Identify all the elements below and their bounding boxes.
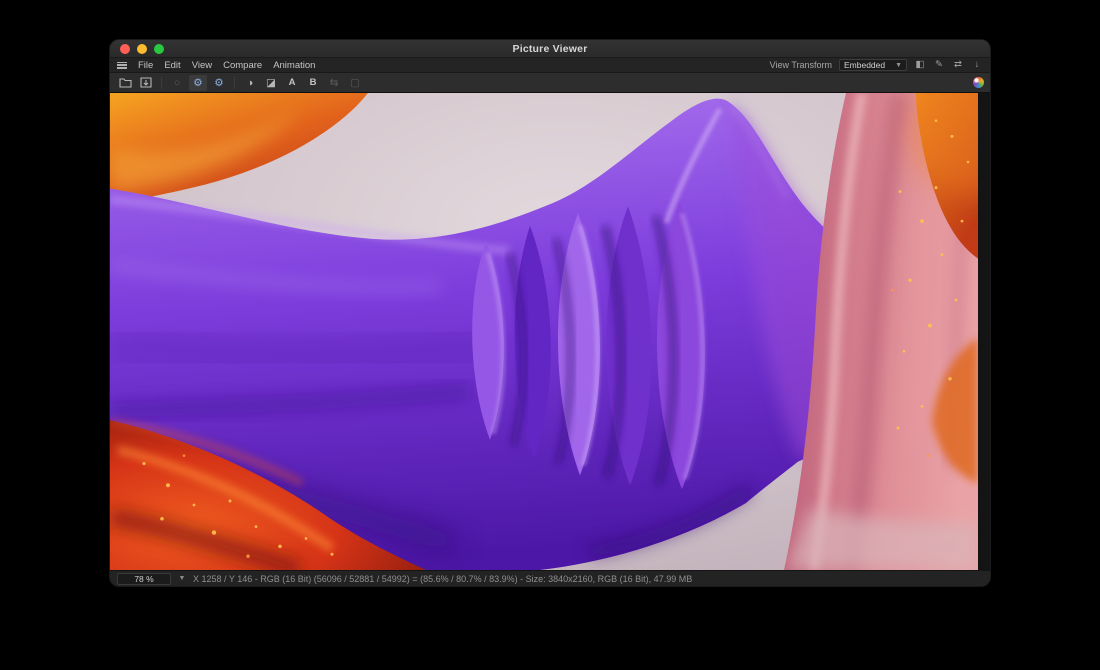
hamburger-menu-icon[interactable] — [117, 62, 127, 69]
titlebar[interactable]: Picture Viewer — [110, 40, 990, 58]
zoom-chevron-button[interactable]: ▼ — [176, 575, 188, 582]
refresh-button[interactable]: ○ — [168, 75, 186, 91]
menu-item-compare[interactable]: Compare — [223, 60, 262, 71]
chevron-down-icon: ▼ — [895, 62, 902, 69]
ab-split-button[interactable]: ◪ — [262, 75, 280, 91]
folder-icon — [119, 77, 132, 88]
picture-viewer-window: Picture Viewer File Edit View Compare An… — [110, 40, 990, 586]
compare-b-button[interactable]: B — [304, 75, 322, 91]
open-file-button[interactable] — [116, 75, 134, 91]
menu-item-view[interactable]: View — [192, 60, 212, 71]
toolbar: ○ ⚙ ⚙ ◑ ◪ A B ⇆ ▢ — [110, 73, 990, 93]
settings-gear-button[interactable]: ⚙ — [189, 75, 207, 91]
minimize-button[interactable] — [137, 44, 147, 54]
status-info-text: X 1258 / Y 146 - RGB (16 Bit) (56096 / 5… — [193, 574, 692, 584]
toolbar-separator — [234, 77, 235, 89]
filter-gear-button[interactable]: ⚙ — [210, 75, 228, 91]
close-button[interactable] — [120, 44, 130, 54]
contrast-compare-button[interactable]: ◑ — [241, 75, 259, 91]
annotate-icon[interactable]: ✎ — [933, 59, 945, 71]
abstract-render-image — [110, 93, 978, 570]
link-ab-button[interactable]: ▢ — [346, 75, 364, 91]
view-transform-label: View Transform — [770, 60, 832, 70]
compare-a-button[interactable]: A — [283, 75, 301, 91]
download-icon[interactable]: ↓ — [971, 59, 983, 71]
zoom-button[interactable] — [154, 44, 164, 54]
swap-icon[interactable]: ⇄ — [952, 59, 964, 71]
menubar: File Edit View Compare Animation View Tr… — [110, 58, 990, 73]
split-view-icon[interactable]: ◧ — [914, 59, 926, 71]
image-canvas[interactable] — [110, 93, 978, 570]
menu-item-edit[interactable]: Edit — [164, 60, 180, 71]
swap-ab-button[interactable]: ⇆ — [325, 75, 343, 91]
viewport — [110, 93, 990, 570]
render-settings-sphere-icon[interactable] — [973, 77, 984, 88]
traffic-lights — [120, 44, 164, 54]
menu-item-file[interactable]: File — [138, 60, 153, 71]
menu-item-animation[interactable]: Animation — [273, 60, 315, 71]
zoom-level-select[interactable]: 78 % — [117, 573, 171, 585]
view-transform-select[interactable]: Embedded ▼ — [839, 59, 907, 71]
window-title: Picture Viewer — [513, 43, 588, 55]
view-transform-value: Embedded — [844, 60, 885, 70]
statusbar: 78 % ▼ X 1258 / Y 146 - RGB (16 Bit) (56… — [110, 570, 990, 586]
save-button[interactable] — [137, 75, 155, 91]
zoom-level-value: 78 % — [134, 574, 153, 584]
save-icon — [140, 77, 152, 88]
menubar-right-group: View Transform Embedded ▼ ◧ ✎ ⇄ ↓ — [770, 59, 983, 71]
toolbar-separator — [161, 77, 162, 89]
